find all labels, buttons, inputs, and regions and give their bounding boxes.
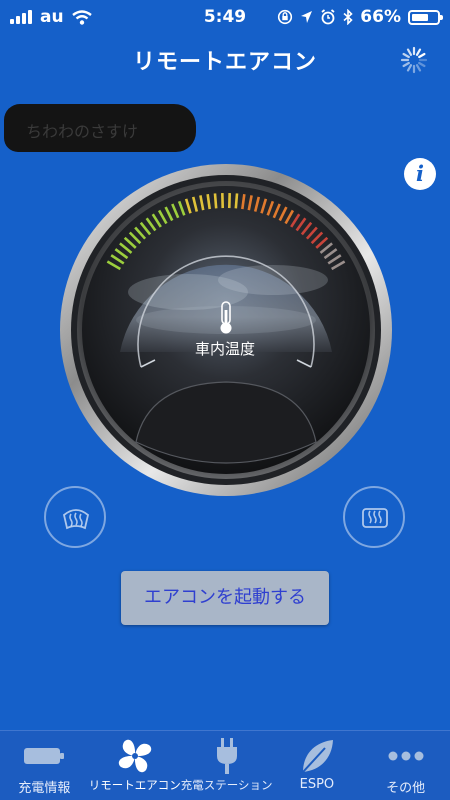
tab-label: 充電ステーション — [180, 778, 273, 792]
vehicle-name-redacted: ちわわのさすけ — [4, 104, 196, 152]
battery-percent: 66% — [360, 7, 401, 27]
tab-charging-station[interactable]: 充電ステーション — [181, 731, 273, 800]
spinner-segment — [402, 61, 410, 68]
rear-defroster-icon — [362, 508, 388, 528]
spinner-segment — [418, 61, 426, 68]
spinner-segment — [418, 52, 426, 59]
tab-remote-ac[interactable]: リモートエアコン — [89, 731, 181, 800]
cabin-temperature-gauge — [60, 164, 392, 496]
spinner-segment — [402, 52, 410, 59]
gauge-label: 車内温度 — [194, 340, 255, 358]
bluetooth-icon — [343, 9, 353, 25]
spinner-segment — [406, 48, 413, 56]
location-icon — [301, 11, 313, 23]
rear-defroster-button[interactable] — [343, 486, 405, 548]
tab-label: その他 — [386, 781, 426, 796]
plug-icon — [216, 738, 237, 774]
start-air-conditioner-button[interactable]: エアコンを起動する — [121, 571, 329, 625]
tab-label: リモートエアコン — [88, 778, 181, 792]
tab-label: 充電情報 — [18, 781, 71, 796]
tab-label: ESPO — [299, 777, 335, 792]
info-button[interactable]: i — [404, 158, 436, 190]
scale-tick — [213, 193, 218, 209]
status-right: 66% — [277, 7, 443, 27]
battery-level-fill — [412, 13, 428, 21]
front-defroster-icon — [62, 509, 90, 530]
tab-charging-info[interactable]: 充電情報 — [0, 731, 89, 800]
tab-bar: 充電情報 リモートエアコン 充電ステーション ESPO その他 — [0, 730, 450, 800]
alarm-icon — [321, 9, 335, 25]
fan-icon — [118, 739, 151, 773]
loading-spinner-icon — [400, 46, 428, 74]
rotation-lock-icon — [278, 9, 293, 25]
tab-espo[interactable]: ESPO — [273, 731, 362, 800]
front-defroster-button[interactable] — [44, 486, 106, 548]
tab-more[interactable]: その他 — [361, 731, 450, 800]
scale-tick — [234, 193, 239, 209]
more-icon — [388, 751, 424, 761]
battery-icon — [24, 748, 65, 764]
spinner-segment — [415, 64, 422, 72]
page-title: リモートエアコン — [132, 50, 317, 75]
leaf-icon — [302, 740, 333, 773]
spinner-segment — [406, 64, 413, 72]
status-bar: au 5:49 66% — [0, 0, 450, 34]
battery-icon — [408, 9, 443, 25]
spinner-segment — [415, 48, 422, 56]
